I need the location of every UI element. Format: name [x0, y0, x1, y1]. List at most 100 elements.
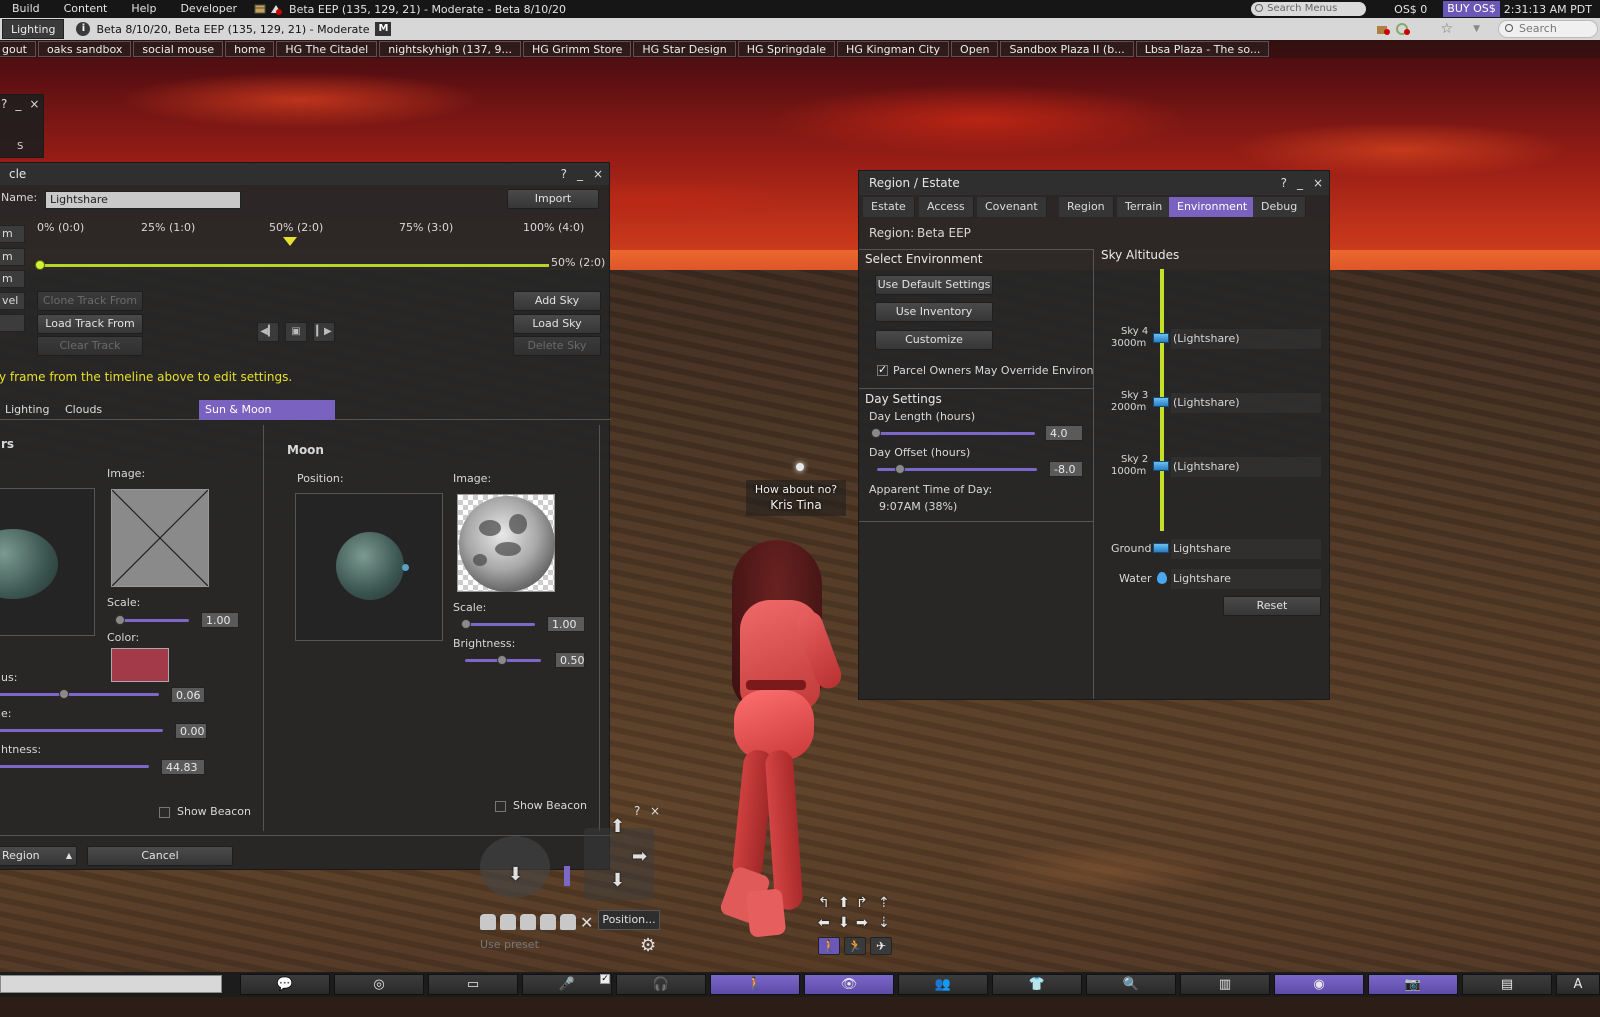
mouselook-icon[interactable] [560, 914, 576, 930]
sun-scale-value[interactable]: 1.00 [201, 612, 239, 628]
timeline-keyframe[interactable] [35, 260, 45, 270]
headphones-icon[interactable]: 🎧 [616, 974, 706, 995]
fly-up-icon[interactable]: ⇡ [878, 895, 890, 911]
sun-glow-slider[interactable] [0, 693, 159, 696]
side-tab[interactable]: m [0, 270, 25, 288]
sun-focus-slider[interactable] [0, 729, 163, 732]
sun-brightness-value[interactable]: 44.83 [161, 759, 205, 775]
sun-scale-knob[interactable] [115, 615, 125, 625]
day-length-slider[interactable] [875, 432, 1035, 435]
lighting-button[interactable]: Lighting [2, 19, 65, 39]
tab-debug[interactable]: Debug [1253, 197, 1307, 217]
search-icon[interactable]: 🔍 [1086, 974, 1176, 995]
tab-clouds[interactable]: Clouds [59, 400, 108, 420]
minimize-icon[interactable]: _ [577, 163, 583, 185]
sun-focus-value[interactable]: 0.00 [175, 723, 207, 739]
next-frame-icon[interactable]: ▎▶ [313, 322, 335, 342]
sun-image-placeholder[interactable] [111, 489, 209, 587]
close-icon[interactable]: × [650, 804, 660, 818]
favorite-item[interactable]: HG Springdale [737, 41, 836, 57]
timeline-track[interactable] [39, 264, 549, 267]
use-default-settings-button[interactable]: Use Default Settings [875, 275, 993, 295]
favorite-item[interactable]: oaks sandbox [38, 41, 132, 57]
close-icon[interactable]: × [593, 163, 603, 185]
reset-button[interactable]: Reset [1223, 596, 1321, 616]
run-mode-icon[interactable]: 🏃 [844, 937, 866, 955]
side-view-icon[interactable] [500, 914, 516, 930]
tab-covenant[interactable]: Covenant [977, 197, 1047, 217]
search-field[interactable]: Search [1498, 20, 1598, 38]
radar-icon[interactable]: ◉ [1274, 974, 1364, 995]
moon-brightness-value[interactable]: 0.50 [555, 652, 585, 668]
photo-icon[interactable]: 📷 [1368, 974, 1458, 995]
minimize-icon[interactable]: _ [15, 97, 21, 111]
day-length-value[interactable]: 4.0 [1045, 425, 1083, 441]
help-icon[interactable]: ? [561, 163, 567, 185]
sun-show-beacon-checkbox[interactable] [159, 807, 170, 818]
sky2-flag-icon[interactable] [1153, 461, 1169, 471]
moon-scale-slider[interactable] [461, 623, 535, 626]
tab-terrain[interactable]: Terrain [1117, 197, 1172, 217]
clear-track-button[interactable]: Clear Track [37, 336, 143, 356]
parcel-property-icon[interactable] [1375, 22, 1391, 36]
front-view-icon[interactable] [480, 914, 496, 930]
info-icon[interactable]: i [76, 22, 91, 36]
no-fly-icon[interactable] [269, 3, 283, 15]
clone-track-button[interactable]: Clone Track From [37, 291, 143, 311]
side-tab[interactable]: m [0, 248, 25, 266]
timeline-current-marker[interactable] [283, 237, 297, 246]
delete-sky-button[interactable]: Delete Sky [513, 336, 601, 356]
sun-brightness-slider[interactable] [0, 765, 149, 768]
avatar[interactable] [718, 540, 860, 950]
moon-position-handle[interactable] [402, 564, 409, 571]
water-drop-icon[interactable] [1157, 572, 1167, 584]
object-view-icon[interactable] [540, 914, 556, 930]
moon-image[interactable] [457, 494, 555, 592]
sun-glow-value[interactable]: 0.06 [171, 687, 205, 703]
favorite-item[interactable]: HG The Citadel [276, 41, 378, 57]
sun-position-box[interactable] [0, 488, 95, 636]
favorite-item[interactable]: gout [0, 41, 36, 57]
load-track-button[interactable]: Load Track From [37, 314, 143, 334]
gear-icon[interactable]: ⚙ [640, 935, 656, 956]
fly-mode-icon[interactable]: ✈ [870, 937, 892, 955]
tab-estate[interactable]: Estate [863, 197, 915, 217]
appearance-icon[interactable]: 👕 [992, 974, 1082, 995]
help-icon[interactable]: ? [1, 97, 7, 111]
moon-scale-knob[interactable] [461, 619, 471, 629]
use-inventory-button[interactable]: Use Inventory [875, 302, 993, 322]
sun-scale-slider[interactable] [117, 619, 189, 622]
turn-right-icon[interactable]: ↱ [856, 895, 868, 911]
menu-developer[interactable]: Developer [168, 0, 249, 18]
inventory-icon[interactable]: ▤ [1462, 974, 1552, 995]
position-button[interactable]: Position... [598, 910, 660, 930]
chat-input[interactable] [0, 975, 222, 993]
prev-frame-icon[interactable]: ◀▎ [257, 322, 279, 342]
close-icon[interactable]: × [29, 97, 39, 111]
cancel-button[interactable]: Cancel [87, 846, 233, 866]
fly-down-icon[interactable]: ⇣ [878, 915, 890, 931]
moon-position-box[interactable] [295, 493, 443, 641]
view-icon[interactable]: 👁 [804, 974, 894, 995]
chat-icon[interactable]: 💬 [240, 974, 330, 995]
favorite-item[interactable]: home [225, 41, 275, 57]
zoom-slider[interactable] [564, 866, 570, 886]
sun-color-swatch[interactable] [111, 648, 169, 682]
toolbar-right-button[interactable]: A [1556, 974, 1600, 995]
minimize-icon[interactable]: _ [1297, 171, 1303, 195]
day-offset-value[interactable]: -8.0 [1049, 461, 1083, 477]
side-tab[interactable] [0, 314, 25, 332]
favorite-item[interactable]: nightskyhigh (137, 9... [379, 41, 521, 57]
help-icon[interactable]: ? [634, 804, 640, 818]
sky4-flag-icon[interactable] [1153, 333, 1169, 343]
apply-region-dropdown[interactable]: Region ▲ [0, 846, 77, 866]
rear-view-icon[interactable] [520, 914, 536, 930]
search-menus-field[interactable]: Search Menus [1251, 2, 1367, 16]
snapshot-wheel-icon[interactable]: ◎ [334, 974, 424, 995]
currency-balance[interactable]: OS$ 0 [1394, 3, 1427, 16]
name-input[interactable]: Lightshare [45, 191, 241, 209]
box-icon[interactable] [253, 3, 267, 15]
customize-button[interactable]: Customize [875, 330, 993, 350]
day-offset-knob[interactable] [895, 464, 905, 474]
buy-currency-button[interactable]: BUY OS$ [1443, 1, 1500, 17]
